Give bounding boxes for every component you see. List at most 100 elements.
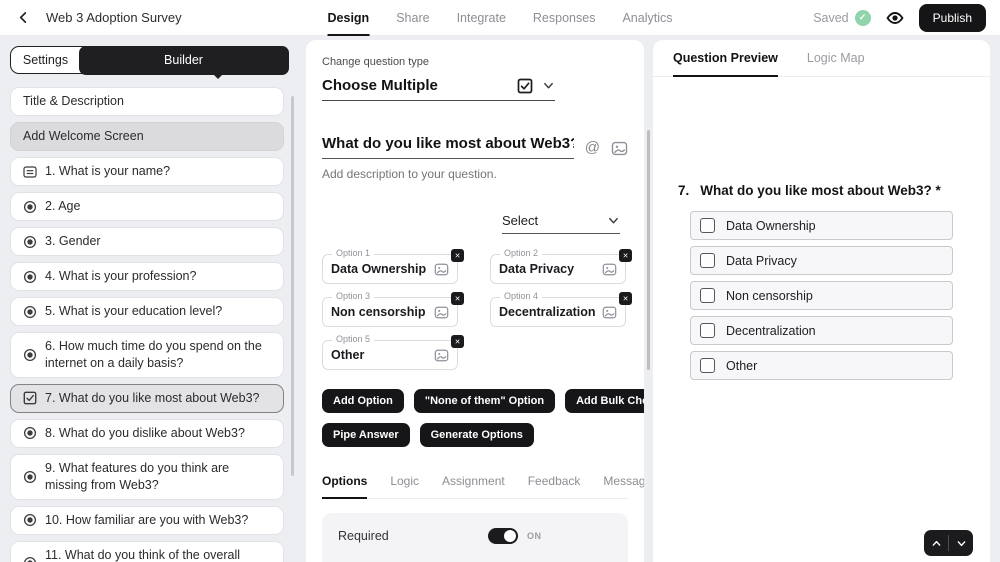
chevron-down-icon — [607, 214, 620, 227]
choice-other[interactable]: Other — [690, 351, 953, 380]
checkbox-icon[interactable] — [700, 253, 715, 268]
tab-logic[interactable]: Logic — [390, 474, 419, 499]
option-select-dropdown[interactable]: Select — [502, 213, 620, 234]
sidebar-item-q1[interactable]: 1. What is your name? — [10, 157, 284, 186]
checkbox-icon[interactable] — [700, 323, 715, 338]
sidebar-item-q2[interactable]: 2. Age — [10, 192, 284, 221]
sidebar-item-q10[interactable]: 10. How familiar are you with Web3? — [10, 506, 284, 535]
editor-scrollbar[interactable] — [647, 130, 650, 370]
image-icon[interactable] — [602, 262, 617, 277]
sidebar-item-q4[interactable]: 4. What is your profession? — [10, 262, 284, 291]
sidebar-item-q3[interactable]: 3. Gender — [10, 227, 284, 256]
tab-builder[interactable]: Builder — [79, 46, 289, 75]
sidebar-item-q5[interactable]: 5. What is your education level? — [10, 297, 284, 326]
sidebar-item-title-description[interactable]: Title & Description — [10, 87, 284, 116]
choice-label: Decentralization — [726, 324, 816, 338]
option-float-label: Option 3 — [332, 291, 374, 301]
image-icon[interactable] — [602, 305, 617, 320]
required-toggle[interactable] — [488, 528, 518, 544]
prev-question-button[interactable] — [924, 530, 948, 556]
options-grid: Option 1 Data Ownership ✕ Option 2 Data … — [322, 254, 628, 370]
header-tabs: Design Share Integrate Responses Analyti… — [328, 0, 673, 36]
choice-non-censorship[interactable]: Non censorship — [690, 281, 953, 310]
tab-integrate[interactable]: Integrate — [457, 0, 506, 36]
option-value: Data Privacy — [499, 262, 574, 276]
sidebar-item-label: Title & Description — [23, 93, 124, 110]
back-button[interactable] — [14, 9, 32, 27]
builder-sidebar: Settings Builder Title & Description Add… — [0, 36, 300, 562]
tab-analytics[interactable]: Analytics — [622, 0, 672, 36]
preview-body: 7. What do you like most about Web3? * D… — [653, 183, 990, 380]
header-right: Saved ✓ Publish — [813, 4, 986, 32]
option-float-label: Option 5 — [332, 334, 374, 344]
top-bar: Web 3 Adoption Survey Design Share Integ… — [0, 0, 1000, 36]
sidebar-item-add-welcome-screen[interactable]: Add Welcome Screen — [10, 122, 284, 151]
sidebar-item-q8[interactable]: 8. What do you dislike about Web3? — [10, 419, 284, 448]
choice-data-ownership[interactable]: Data Ownership — [690, 211, 953, 240]
sidebar-scrollbar[interactable] — [291, 96, 294, 476]
tab-assignment[interactable]: Assignment — [442, 474, 505, 499]
remove-option-icon[interactable]: ✕ — [451, 292, 464, 305]
save-status: Saved ✓ — [813, 10, 870, 26]
select-row: Select — [322, 213, 628, 234]
tab-messages[interactable]: Messages — [603, 474, 644, 499]
tab-share[interactable]: Share — [396, 0, 429, 36]
sidebar-item-q11[interactable]: 11. What do you think of the overall des… — [10, 541, 284, 562]
tab-design[interactable]: Design — [328, 0, 370, 36]
radio-icon — [23, 348, 37, 362]
question-nav — [924, 530, 973, 556]
checkbox-icon[interactable] — [700, 358, 715, 373]
remove-option-icon[interactable]: ✕ — [619, 292, 632, 305]
image-icon[interactable] — [434, 348, 449, 363]
generate-options-button[interactable]: Generate Options — [420, 423, 534, 447]
choice-label: Data Privacy — [726, 254, 797, 268]
publish-button[interactable]: Publish — [919, 4, 986, 32]
sidebar-item-label: 1. What is your name? — [45, 163, 170, 180]
sidebar-mode-switch: Settings Builder — [10, 46, 288, 74]
pipe-answer-button[interactable]: Pipe Answer — [322, 423, 410, 447]
checkbox-icon[interactable] — [700, 218, 715, 233]
select-label: Select — [502, 213, 538, 228]
radio-icon — [23, 305, 37, 319]
sidebar-item-q6[interactable]: 6. How much time do you spend on the int… — [10, 332, 284, 378]
saved-label: Saved — [813, 11, 848, 25]
chevron-left-icon — [17, 11, 30, 24]
image-icon[interactable] — [434, 305, 449, 320]
option-card-2[interactable]: Option 2 Data Privacy ✕ — [490, 254, 626, 284]
image-icon[interactable] — [434, 262, 449, 277]
choice-data-privacy[interactable]: Data Privacy — [690, 246, 953, 275]
question-title-input[interactable] — [322, 135, 574, 159]
mention-at-icon[interactable]: @ — [585, 140, 600, 159]
remove-option-icon[interactable]: ✕ — [451, 335, 464, 348]
sidebar-item-q9[interactable]: 9. What features do you think are missin… — [10, 454, 284, 500]
preview-eye-button[interactable] — [884, 7, 906, 29]
option-card-4[interactable]: Option 4 Decentralization ✕ — [490, 297, 626, 327]
add-bulk-choice-button[interactable]: Add Bulk Choice — [565, 389, 644, 413]
option-card-5[interactable]: Option 5 Other ✕ — [322, 340, 458, 370]
tab-options[interactable]: Options — [322, 474, 367, 499]
tab-settings[interactable]: Settings — [11, 47, 80, 73]
sidebar-item-label: 4. What is your profession? — [45, 268, 196, 285]
option-card-1[interactable]: Option 1 Data Ownership ✕ — [322, 254, 458, 284]
chevron-up-icon — [931, 538, 942, 549]
question-type-select[interactable]: Choose Multiple — [322, 77, 555, 101]
sidebar-item-label: 8. What do you dislike about Web3? — [45, 425, 245, 442]
sidebar-item-q7-selected[interactable]: 7. What do you like most about Web3? — [10, 384, 284, 413]
option-card-3[interactable]: Option 3 Non censorship ✕ — [322, 297, 458, 327]
setting-label: Required — [338, 529, 488, 543]
tab-logic-map[interactable]: Logic Map — [807, 40, 865, 77]
option-float-label: Option 4 — [500, 291, 542, 301]
image-icon[interactable] — [611, 140, 628, 159]
remove-option-icon[interactable]: ✕ — [619, 249, 632, 262]
tab-responses[interactable]: Responses — [533, 0, 596, 36]
next-question-button[interactable] — [949, 530, 973, 556]
remove-option-icon[interactable]: ✕ — [451, 249, 464, 262]
add-option-button[interactable]: Add Option — [322, 389, 404, 413]
preview-question-text: What do you like most about Web3? * — [700, 183, 941, 198]
tab-question-preview[interactable]: Question Preview — [673, 40, 778, 77]
tab-feedback[interactable]: Feedback — [528, 474, 581, 499]
none-of-them-option-button[interactable]: "None of them" Option — [414, 389, 555, 413]
checkbox-icon[interactable] — [700, 288, 715, 303]
choice-decentralization[interactable]: Decentralization — [690, 316, 953, 345]
question-description-input[interactable] — [322, 167, 628, 181]
